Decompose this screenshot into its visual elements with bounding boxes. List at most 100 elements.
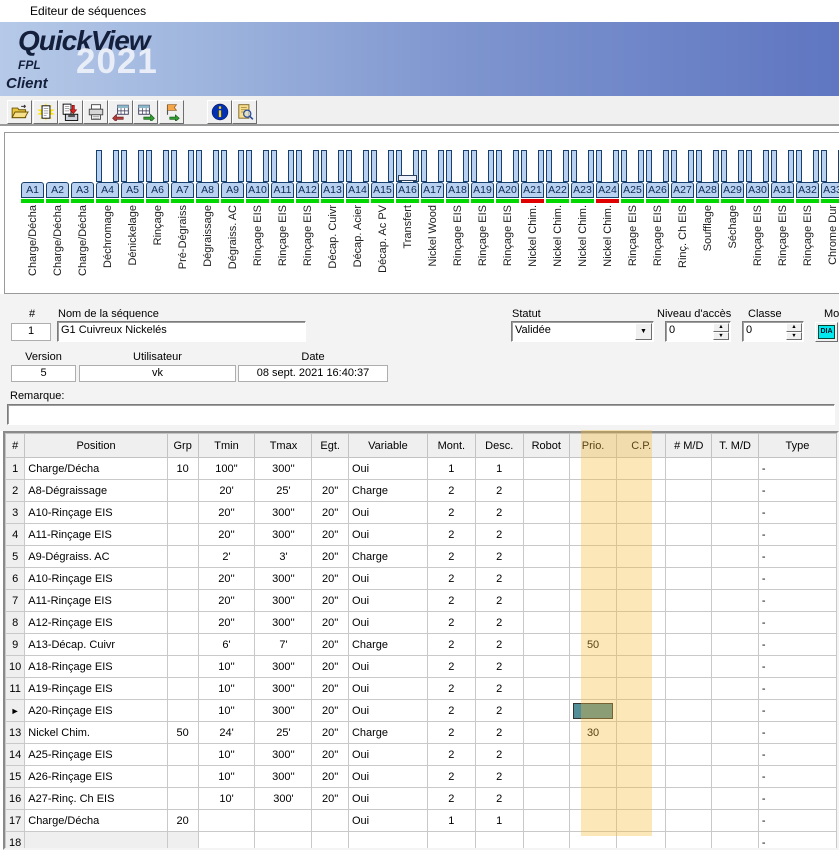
cell-6-md[interactable] bbox=[666, 568, 712, 590]
cell-8-prio[interactable] bbox=[569, 612, 616, 634]
cell-18-tmax[interactable] bbox=[255, 832, 312, 850]
tank-id-label[interactable]: A23 bbox=[571, 182, 594, 198]
cell-6-desc[interactable]: 2 bbox=[475, 568, 523, 590]
cell-14-grp[interactable] bbox=[167, 744, 198, 766]
cell-11-tmd[interactable] bbox=[712, 678, 758, 700]
column-header-robot[interactable]: Robot bbox=[523, 434, 569, 458]
cell-18-md[interactable] bbox=[666, 832, 712, 850]
cell-4-tmd[interactable] bbox=[712, 524, 758, 546]
cell-12-position[interactable]: A20-Rinçage EIS bbox=[25, 700, 168, 722]
column-header-position[interactable]: Position bbox=[25, 434, 168, 458]
cell-1-egt[interactable] bbox=[312, 458, 349, 480]
cell-16-desc[interactable]: 2 bbox=[475, 788, 523, 810]
cell-6-tmin[interactable]: 20'' bbox=[198, 568, 255, 590]
cell-16-robot[interactable] bbox=[523, 788, 569, 810]
cell-4-tmax[interactable]: 300'' bbox=[255, 524, 312, 546]
cell-13-mont[interactable]: 2 bbox=[427, 722, 475, 744]
cell-10-desc[interactable]: 2 bbox=[475, 656, 523, 678]
cell-17-[interactable]: 17 bbox=[6, 810, 25, 832]
cell-5-tmin[interactable]: 2' bbox=[198, 546, 255, 568]
cell-1-prio[interactable] bbox=[569, 458, 616, 480]
cell-2-variable[interactable]: Charge bbox=[348, 480, 427, 502]
cell-17-mont[interactable]: 1 bbox=[427, 810, 475, 832]
cell-5-md[interactable] bbox=[666, 546, 712, 568]
cell-3-tmin[interactable]: 20'' bbox=[198, 502, 255, 524]
print-button[interactable] bbox=[83, 100, 108, 124]
cell-4-type[interactable]: - bbox=[758, 524, 836, 546]
cell-9-egt[interactable]: 20'' bbox=[312, 634, 349, 656]
cell-5-desc[interactable]: 2 bbox=[475, 546, 523, 568]
column-header-cp[interactable]: C.P. bbox=[617, 434, 666, 458]
cell-15-egt[interactable]: 20'' bbox=[312, 766, 349, 788]
cell-10-egt[interactable]: 20'' bbox=[312, 656, 349, 678]
cell-11-type[interactable]: - bbox=[758, 678, 836, 700]
cell-16-position[interactable]: A27-Rinç. Ch EIS bbox=[25, 788, 168, 810]
cell-6-tmd[interactable] bbox=[712, 568, 758, 590]
cell-13-cp[interactable] bbox=[617, 722, 666, 744]
cell-3-robot[interactable] bbox=[523, 502, 569, 524]
cell-15-variable[interactable]: Oui bbox=[348, 766, 427, 788]
cell-15-grp[interactable] bbox=[167, 766, 198, 788]
cell-7-cp[interactable] bbox=[617, 590, 666, 612]
cell-5-mont[interactable]: 2 bbox=[427, 546, 475, 568]
tank-id-label[interactable]: A32 bbox=[796, 182, 819, 198]
cell-3-md[interactable] bbox=[666, 502, 712, 524]
cell-16-variable[interactable]: Oui bbox=[348, 788, 427, 810]
cell-7-desc[interactable]: 2 bbox=[475, 590, 523, 612]
tank-id-label[interactable]: A17 bbox=[421, 182, 444, 198]
cell-16-egt[interactable]: 20'' bbox=[312, 788, 349, 810]
cell-17-desc[interactable]: 1 bbox=[475, 810, 523, 832]
cell-17-egt[interactable] bbox=[312, 810, 349, 832]
cell-12-[interactable]: ► bbox=[6, 700, 25, 722]
cell-4-egt[interactable]: 20'' bbox=[312, 524, 349, 546]
cell-10-md[interactable] bbox=[666, 656, 712, 678]
cell-14-prio[interactable] bbox=[569, 744, 616, 766]
cell-13-[interactable]: 13 bbox=[6, 722, 25, 744]
cell-3-position[interactable]: A10-Rinçage EIS bbox=[25, 502, 168, 524]
tank-id-label[interactable]: A9 bbox=[221, 182, 244, 198]
cell-10-prio[interactable] bbox=[569, 656, 616, 678]
cell-7-position[interactable]: A11-Rinçage EIS bbox=[25, 590, 168, 612]
cell-16-prio[interactable] bbox=[569, 788, 616, 810]
cell-15-position[interactable]: A26-Rinçage EIS bbox=[25, 766, 168, 788]
cell-18-tmd[interactable] bbox=[712, 832, 758, 850]
cell-2-position[interactable]: A8-Dégraissage bbox=[25, 480, 168, 502]
tank-id-label[interactable]: A11 bbox=[271, 182, 294, 198]
cell-8-desc[interactable]: 2 bbox=[475, 612, 523, 634]
cell-2-md[interactable] bbox=[666, 480, 712, 502]
cell-18-position[interactable] bbox=[25, 832, 168, 850]
table-row[interactable]: 17Charge/Décha20Oui11- bbox=[6, 810, 837, 832]
cell-17-type[interactable]: - bbox=[758, 810, 836, 832]
column-header-grp[interactable]: Grp bbox=[167, 434, 198, 458]
save-button[interactable] bbox=[58, 100, 83, 124]
cell-2-desc[interactable]: 2 bbox=[475, 480, 523, 502]
cell-9-type[interactable]: - bbox=[758, 634, 836, 656]
cell-1-tmax[interactable]: 300'' bbox=[255, 458, 312, 480]
column-header-md[interactable]: # M/D bbox=[666, 434, 712, 458]
table-row[interactable]: 3A10-Rinçage EIS20''300''20''Oui22- bbox=[6, 502, 837, 524]
cell-3-tmd[interactable] bbox=[712, 502, 758, 524]
cell-13-robot[interactable] bbox=[523, 722, 569, 744]
cell-7-prio[interactable] bbox=[569, 590, 616, 612]
spin-up-icon[interactable]: ▲ bbox=[786, 323, 802, 332]
cell-4-mont[interactable]: 2 bbox=[427, 524, 475, 546]
cell-11-prio[interactable] bbox=[569, 678, 616, 700]
table-row[interactable]: 8A12-Rinçage EIS20''300''20''Oui22- bbox=[6, 612, 837, 634]
cell-2-tmin[interactable]: 20' bbox=[198, 480, 255, 502]
cell-11-grp[interactable] bbox=[167, 678, 198, 700]
cell-2-robot[interactable] bbox=[523, 480, 569, 502]
spin-up-icon[interactable]: ▲ bbox=[713, 323, 729, 332]
cell-7-[interactable]: 7 bbox=[6, 590, 25, 612]
cell-2-egt[interactable]: 20'' bbox=[312, 480, 349, 502]
cell-17-variable[interactable]: Oui bbox=[348, 810, 427, 832]
cell-12-tmd[interactable] bbox=[712, 700, 758, 722]
cell-8-position[interactable]: A12-Rinçage EIS bbox=[25, 612, 168, 634]
cell-6-position[interactable]: A10-Rinçage EIS bbox=[25, 568, 168, 590]
cell-1-variable[interactable]: Oui bbox=[348, 458, 427, 480]
cell-9-tmin[interactable]: 6' bbox=[198, 634, 255, 656]
cell-12-tmax[interactable]: 300'' bbox=[255, 700, 312, 722]
cell-17-tmax[interactable] bbox=[255, 810, 312, 832]
cell-9-tmax[interactable]: 7' bbox=[255, 634, 312, 656]
cell-6-[interactable]: 6 bbox=[6, 568, 25, 590]
cell-8-cp[interactable] bbox=[617, 612, 666, 634]
